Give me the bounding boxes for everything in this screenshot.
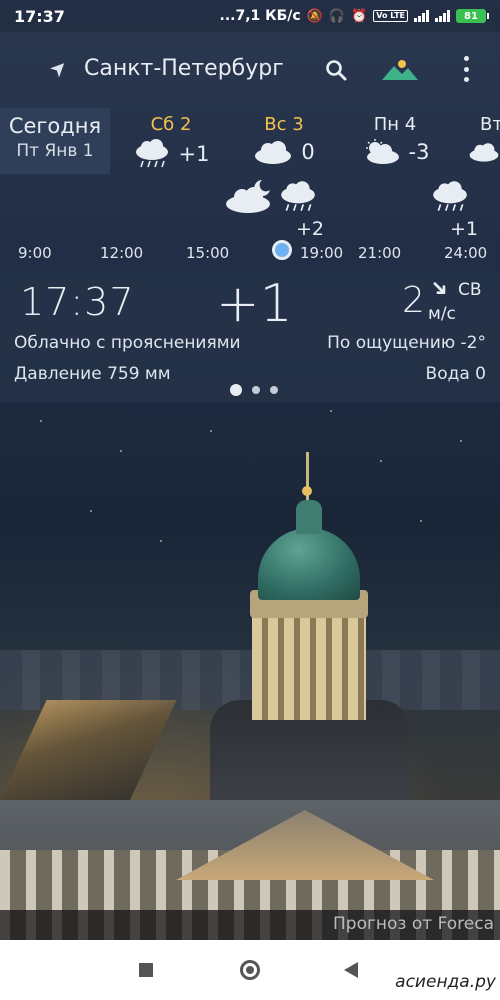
current-time-marker[interactable] (272, 240, 292, 260)
hour-label: 12:00 (100, 244, 144, 262)
current-temperature: +1 (216, 274, 293, 334)
home-button[interactable] (240, 960, 260, 980)
signal-icon-2 (435, 10, 450, 22)
page-indicator[interactable] (230, 384, 278, 396)
page-dot-active (230, 384, 242, 396)
pressure: Давление 759 мм (14, 364, 171, 384)
status-time: 17:37 (14, 6, 65, 26)
day-tab-sun[interactable]: Вс 3 0 (244, 108, 324, 174)
hourly-temp: +1 (450, 218, 479, 240)
hour-label: 15:00 (186, 244, 230, 262)
cloud-icon (469, 143, 499, 162)
battery-icon: 81 (456, 9, 489, 23)
day-temp: +1 (178, 142, 210, 166)
page-dot (270, 386, 278, 394)
mute-icon: 🔕 (306, 8, 323, 24)
headphones-icon: 🎧 (328, 8, 346, 24)
day-name: Вс 3 (264, 114, 304, 135)
cathedral-dome (258, 528, 360, 600)
alarm-off-icon: ⏰ (351, 8, 368, 24)
day-name: Пн 4 (373, 114, 417, 135)
landscape-icon[interactable] (382, 58, 418, 82)
hourly-temp: +2 (296, 218, 325, 240)
water-temp: Вода 0 (425, 364, 486, 384)
daily-forecast-strip: Сегодня Пт Янв 1 Сб 2 +1 Вс 3 0 Пн 4 -3 … (0, 108, 500, 174)
page-dot (252, 386, 260, 394)
day-name: Сб 2 (150, 114, 192, 135)
day-temp: 0 (301, 140, 315, 164)
status-bar: 17:37 ...7,1 КБ/с 🔕 🎧 ⏰ Vo LTE 81 (0, 0, 500, 32)
day-tab-mon[interactable]: Пн 4 -3 (350, 108, 440, 174)
watermark: асиенда.ру (395, 972, 496, 992)
day-tab-sat[interactable]: Сб 2 +1 (128, 108, 214, 174)
cloud-icon (255, 141, 292, 164)
volte-icon: Vo LTE (373, 10, 408, 22)
hourly-icons (0, 176, 500, 220)
today-date: Пт Янв 1 (16, 141, 94, 161)
hourly-timeline[interactable]: 9:00 12:00 15:00 19:00 21:00 24:00 (0, 240, 500, 266)
city-name[interactable]: Санкт-Петербург (84, 56, 284, 81)
hour-label: 19:00 (300, 244, 344, 262)
feels-like: По ощущению -2° (327, 333, 486, 353)
more-menu-icon[interactable] (460, 56, 472, 82)
wind-speed: 2 (402, 280, 425, 321)
rain-cloud-icon (433, 181, 467, 211)
day-temp: -3 (408, 140, 430, 164)
recents-button[interactable] (139, 963, 153, 977)
hour-label: 24:00 (444, 244, 488, 262)
rain-cloud-icon (281, 181, 315, 211)
today-label: Сегодня (8, 114, 102, 138)
condition-text: Облачно с прояснениями (14, 333, 241, 353)
day-tab-today[interactable]: Сегодня Пт Янв 1 (0, 108, 110, 174)
night-cloudy-icon (226, 180, 270, 213)
day-tab-tue[interactable]: Вт (464, 108, 500, 174)
partly-sunny-icon (365, 139, 399, 164)
current-time: 17:37 (20, 280, 135, 324)
day-name: Вт (480, 114, 500, 135)
wind-direction: СВ (458, 280, 482, 300)
network-speed: ...7,1 КБ/с (219, 8, 301, 24)
hour-label: 21:00 (358, 244, 402, 262)
signal-icon (414, 10, 429, 22)
rain-cloud-icon (135, 139, 168, 168)
back-button[interactable] (344, 962, 358, 978)
hour-label: 9:00 (18, 244, 52, 262)
wind-unit: м/с (428, 304, 456, 324)
forecast-credit-link[interactable]: Прогноз от Foreca (333, 914, 494, 934)
search-icon[interactable] (324, 58, 348, 82)
